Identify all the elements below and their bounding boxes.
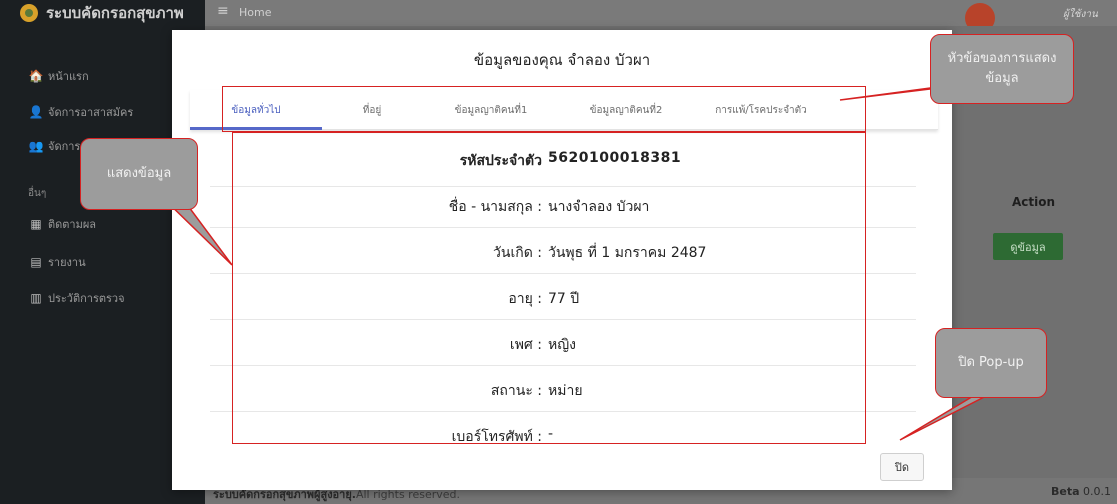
sidebar-item-label: หน้าแรก: [48, 70, 89, 83]
sidebar-item-manage[interactable]: 👥 จัดการ: [28, 136, 81, 156]
version-number: 0.0.1: [1083, 485, 1111, 498]
beta-label: Beta: [1050, 485, 1080, 498]
version-badge: Beta 0.0.1: [1051, 485, 1111, 498]
sidebar-section-title: อื่นๆ: [28, 188, 47, 199]
tabs-highlight-box: [222, 86, 866, 132]
view-data-button[interactable]: ดูข้อมูล: [993, 233, 1063, 260]
sidebar-item-label: รายงาน: [48, 256, 86, 269]
home-icon: 🏠: [28, 69, 44, 83]
history-icon: ▥: [30, 291, 42, 305]
sidebar-item-volunteers[interactable]: 👤 จัดการอาสาสมัคร: [28, 102, 134, 122]
hamburger-menu-icon[interactable]: ≡: [217, 3, 229, 19]
close-button[interactable]: ปิด: [880, 453, 924, 481]
content-highlight-box: [232, 132, 866, 444]
sidebar-item-label: จัดการอาสาสมัคร: [48, 106, 134, 119]
sidebar-item-followup[interactable]: ▦ ติดตามผล: [28, 214, 96, 234]
calendar-icon: ▦: [30, 217, 42, 231]
user-icon: 👤: [28, 105, 44, 119]
sidebar-item-label: ติดตามผล: [48, 218, 97, 231]
callout-tabs: หัวข้อของการแสดงข้อมูล: [930, 34, 1074, 104]
brand-name: ระบบคัดกรอกสุขภาพ: [46, 4, 184, 22]
sidebar-item-home[interactable]: 🏠 หน้าแรก: [28, 66, 89, 86]
modal-title: ข้อมูลของคุณ จำลอง บัวผา: [473, 51, 651, 69]
sidebar-item-history[interactable]: ▥ ประวัติการตรวจ: [28, 288, 125, 308]
brand[interactable]: ระบบคัดกรอกสุขภาพ: [0, 0, 205, 26]
callout-content: แสดงข้อมูล: [80, 138, 198, 210]
users-icon: 👥: [28, 139, 44, 153]
breadcrumb[interactable]: Home: [239, 6, 271, 19]
table-action-header: Action: [1012, 195, 1056, 209]
sidebar-item-report[interactable]: ▤ รายงาน: [28, 252, 86, 272]
sidebar-item-label: ประวัติการตรวจ: [48, 292, 125, 305]
callout-close-popup: ปิด Pop-up: [935, 328, 1047, 398]
logo-icon: [20, 4, 38, 22]
sidebar-item-label: จัดการ: [48, 140, 81, 153]
report-icon: ▤: [30, 255, 42, 269]
topbar: ≡ Home ผู้ใช้งาน นามสกุล: [205, 0, 1117, 35]
